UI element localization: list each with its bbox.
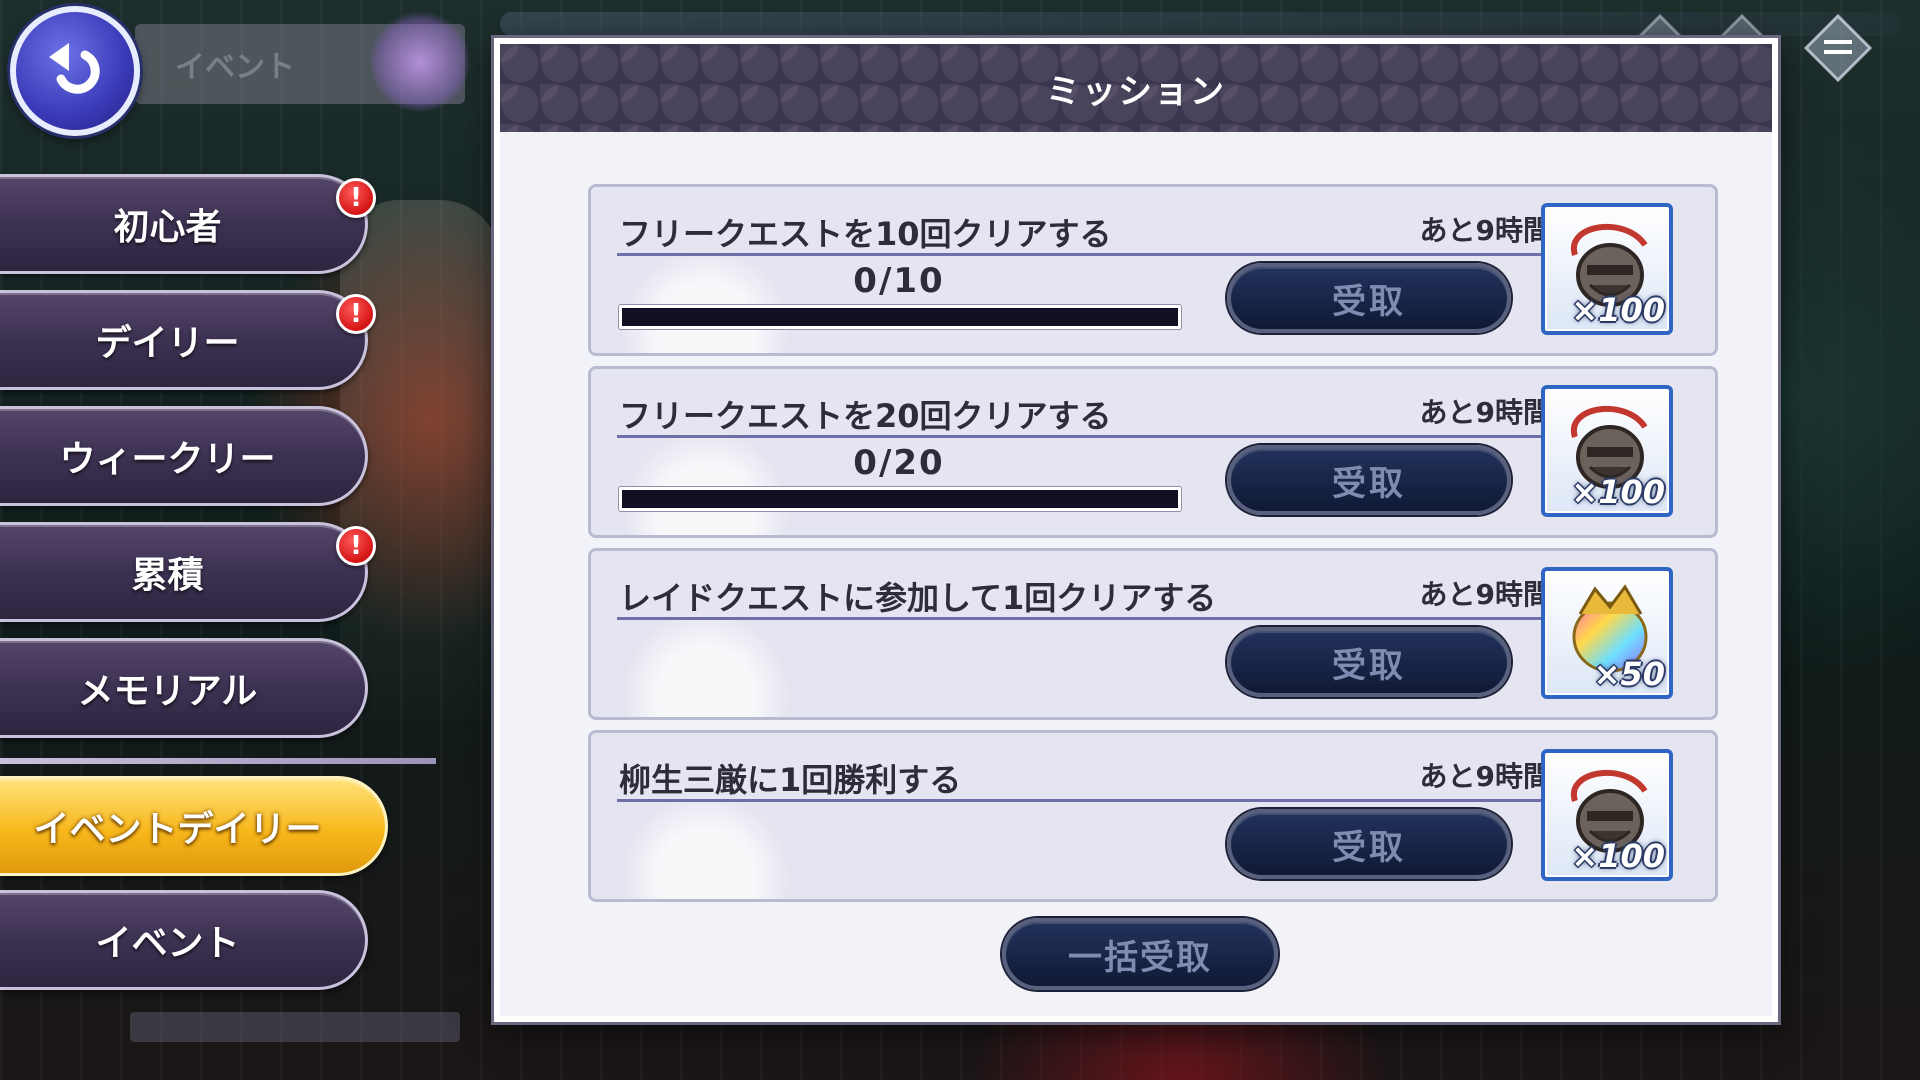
reward-quantity: ×100 [1571,837,1665,875]
mission-title: フリークエストを10回クリアする [619,215,1112,253]
mission-row: フリークエストを20回クリアする あと9時間 0/20 受取 ×100 [588,366,1718,538]
menu-icon[interactable] [1796,6,1880,90]
notification-badge: ! [336,526,376,566]
reward-item[interactable]: ×100 [1541,203,1673,335]
sidebar-item-label: 初心者 [113,207,222,248]
time-remaining: あと9時間 [1419,578,1551,611]
sidebar-item-daily[interactable]: デイリー [0,290,368,390]
claim-button[interactable]: 受取 [1227,809,1511,879]
notification-badge: ! [336,178,376,218]
sidebar-item-label: イベントデイリー [33,809,322,850]
time-remaining: あと9時間 [1419,760,1551,793]
notification-badge: ! [336,294,376,334]
sidebar-item-weekly[interactable]: ウィークリー [0,406,368,506]
back-arrow-icon [49,43,100,94]
sidebar-item-label: デイリー [95,323,240,364]
sidebar-item-memorial[interactable]: メモリアル [0,638,368,738]
mission-title: 柳生三厳に1回勝利する [619,761,962,799]
flower-decoration [370,12,470,112]
divider [617,435,1555,438]
reward-quantity: ×100 [1571,291,1665,329]
mission-title: レイドクエストに参加して1回クリアする [619,579,1217,617]
event-tag-label: イベント [175,50,295,85]
divider [617,253,1555,256]
mission-row: フリークエストを10回クリアする あと9時間 0/10 受取 ×100 [588,184,1718,356]
claim-button[interactable]: 受取 [1227,263,1511,333]
progress-bar [619,487,1181,511]
mission-row: レイドクエストに参加して1回クリアする あと9時間 受取 ×50 [588,548,1718,720]
panel-header: ミッション [500,44,1772,132]
sidebar-item-event[interactable]: イベント [0,890,368,990]
mission-title: フリークエストを20回クリアする [619,397,1112,435]
panel-title: ミッション [1046,71,1226,112]
claim-button-label: 受取 [1332,463,1406,504]
back-button[interactable] [10,6,140,136]
time-remaining: あと9時間 [1419,396,1551,429]
reward-item[interactable]: ×50 [1541,567,1673,699]
sidebar-item-label: 累積 [131,555,204,596]
reward-item[interactable]: ×100 [1541,385,1673,517]
mission-list[interactable]: フリークエストを10回クリアする あと9時間 0/10 受取 ×100 フリーク… [588,184,1720,912]
claim-button-label: 受取 [1332,645,1406,686]
sakura-decoration [621,611,791,717]
background-strip [130,1012,460,1042]
claim-button-label: 受取 [1332,281,1406,322]
sakura-decoration [621,793,791,899]
mission-row: 柳生三厳に1回勝利する あと9時間 受取 ×100 [588,730,1718,902]
sidebar-divider [0,758,436,764]
reward-quantity: ×100 [1571,473,1665,511]
sidebar-item-label: イベント [95,923,240,964]
sidebar-item-label: ウィークリー [59,439,276,480]
reward-item[interactable]: ×100 [1541,749,1673,881]
sidebar-item-label: メモリアル [77,671,258,712]
divider [617,799,1555,802]
claim-all-label: 一括受取 [1068,937,1212,978]
divider [617,617,1555,620]
claim-button-label: 受取 [1332,827,1406,868]
claim-button[interactable]: 受取 [1227,627,1511,697]
progress-count: 0/20 [853,443,945,483]
sidebar-item-beginner[interactable]: 初心者 [0,174,368,274]
sidebar-item-cumulative[interactable]: 累積 [0,522,368,622]
progress-count: 0/10 [853,261,945,301]
claim-button[interactable]: 受取 [1227,445,1511,515]
sidebar-item-event-daily[interactable]: イベントデイリー [0,776,388,876]
progress-bar [619,305,1181,329]
mission-panel: ミッション フリークエストを10回クリアする あと9時間 0/10 受取 ×10… [491,35,1781,1025]
time-remaining: あと9時間 [1419,214,1551,247]
reward-quantity: ×50 [1593,655,1665,693]
claim-all-button[interactable]: 一括受取 [1002,918,1278,990]
